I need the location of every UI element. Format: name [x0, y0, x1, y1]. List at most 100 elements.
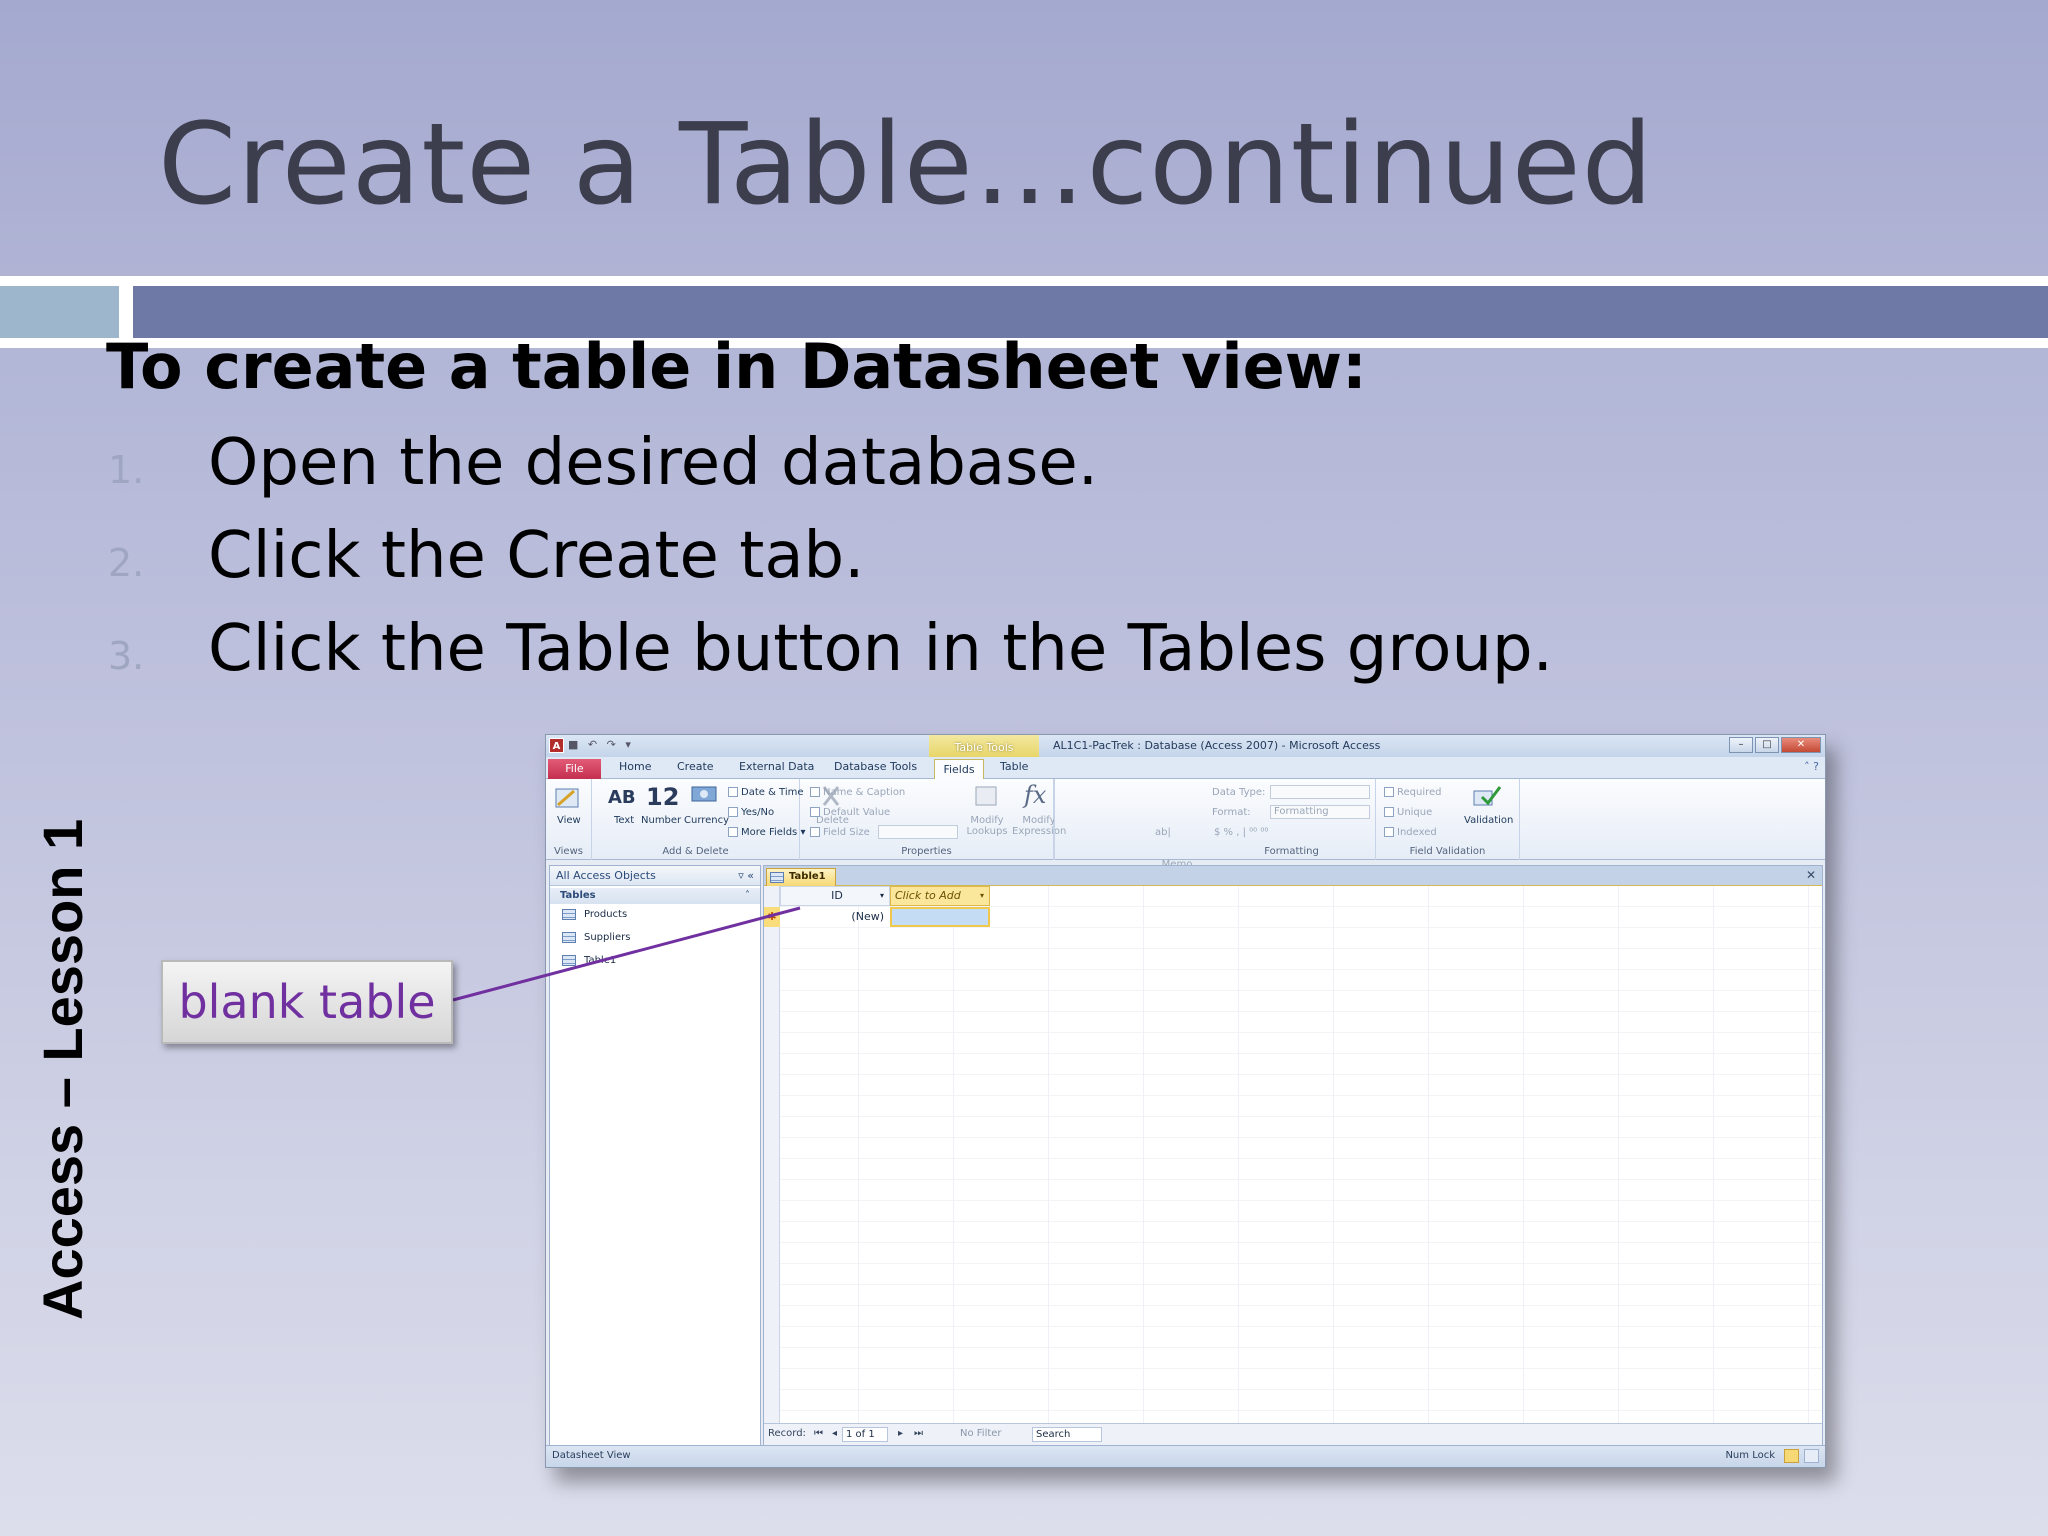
access-app-icon[interactable]: A — [549, 738, 564, 753]
yes-no-label: Yes/No — [741, 807, 775, 818]
access-window: A ■ ↶ ↷ ▾ Table Tools AL1C1-PacTrek : Da… — [545, 734, 1826, 1468]
table-tools-context-label: Table Tools — [929, 735, 1039, 757]
field-size-icon — [810, 827, 820, 837]
view-icon[interactable] — [554, 785, 584, 811]
ribbon: View Views AB Text 12 Number Currency Da… — [546, 779, 1825, 881]
column-header-click-to-add[interactable]: Click to Add ▾ — [890, 886, 990, 906]
group-formatting: Data Type: Format: Formatting $ % , | ⁰⁰… — [1208, 779, 1376, 860]
modify-expression-button[interactable]: Modify Expression — [1012, 815, 1066, 837]
nav-item-label: Products — [584, 909, 628, 920]
name-caption-label: Name & Caption — [823, 787, 906, 798]
more-fields-icon — [728, 827, 738, 837]
tab-create[interactable]: Create — [677, 760, 714, 773]
no-filter-button[interactable]: No Filter — [960, 1428, 1002, 1439]
nav-collapse-icon[interactable]: ▿ « — [738, 866, 754, 886]
click-to-add-cell[interactable] — [890, 907, 990, 927]
nav-item-products[interactable]: Products — [562, 906, 627, 924]
group-add-delete: AB Text 12 Number Currency Date & Time Y… — [592, 779, 849, 860]
yes-no-button[interactable]: Yes/No — [728, 807, 774, 818]
search-input[interactable]: Search — [1032, 1427, 1102, 1442]
format-select[interactable]: Formatting — [1270, 805, 1370, 819]
text-field-button[interactable]: Text — [614, 815, 634, 826]
number-field-button[interactable]: Number — [641, 815, 681, 826]
name-caption-icon — [810, 787, 820, 797]
currency-button[interactable]: Currency — [684, 815, 729, 826]
currency-icon[interactable] — [690, 783, 720, 809]
checkbox-icon — [1384, 787, 1394, 797]
modify-lookups-icon[interactable] — [972, 783, 1002, 809]
view-button[interactable]: View — [557, 815, 581, 826]
tab-file[interactable]: File — [548, 759, 601, 779]
tab-database-tools[interactable]: Database Tools — [834, 760, 917, 773]
required-checkbox[interactable]: Required — [1384, 787, 1442, 798]
text-field-icon[interactable]: AB — [608, 787, 636, 808]
nav-item-suppliers[interactable]: Suppliers — [562, 929, 630, 947]
checkbox-icon — [1384, 807, 1394, 817]
unique-label: Unique — [1397, 807, 1433, 818]
tab-table[interactable]: Table — [1000, 760, 1028, 773]
next-record-icon[interactable]: ▸ — [898, 1428, 903, 1439]
validation-icon[interactable] — [1472, 783, 1502, 809]
document-tab-table1[interactable]: Table1 — [766, 868, 836, 886]
date-time-button[interactable]: Date & Time — [728, 787, 804, 798]
field-size-label: Field Size — [810, 827, 870, 838]
close-button[interactable]: ✕ — [1781, 737, 1821, 753]
close-icon[interactable]: ✕ — [1806, 868, 1816, 882]
data-type-select[interactable] — [1270, 785, 1370, 799]
tab-home[interactable]: Home — [619, 760, 651, 773]
column-header-label: Click to Add — [895, 889, 961, 902]
nav-item-label: Suppliers — [584, 932, 631, 943]
chevron-down-icon[interactable]: ▾ — [980, 887, 984, 905]
group-label: Field Validation — [1409, 846, 1486, 857]
modify-lookups-button[interactable]: Modify Lookups — [964, 815, 1010, 837]
column-header-label: ID — [831, 889, 843, 902]
column-header-id[interactable]: ID ▾ — [780, 886, 890, 906]
step-number: 3. — [108, 634, 145, 678]
chevron-up-icon[interactable]: ˄ — [745, 888, 750, 904]
number-format-buttons[interactable]: $ % , | ⁰⁰ ⁰⁰ — [1214, 827, 1268, 838]
default-value-icon — [810, 807, 820, 817]
field-size-input[interactable] — [878, 825, 958, 839]
default-value-label: Default Value — [823, 807, 891, 818]
restore-button[interactable]: □ — [1755, 737, 1779, 753]
previous-record-icon[interactable]: ◂ — [832, 1428, 837, 1439]
slide-heading: To create a table in Datasheet view: — [106, 330, 1367, 403]
nav-item-table1[interactable]: Table1 — [562, 952, 616, 970]
unique-checkbox[interactable]: Unique — [1384, 807, 1432, 818]
more-fields-button[interactable]: More Fields ▾ — [728, 827, 805, 838]
group-label: Formatting — [1264, 846, 1319, 857]
quick-access-toolbar[interactable]: ■ ↶ ↷ ▾ — [568, 738, 634, 751]
record-position-input[interactable]: 1 of 1 — [842, 1427, 888, 1442]
help-icon[interactable]: ˄ ? — [1804, 760, 1819, 773]
id-cell-new[interactable]: (New) — [780, 907, 890, 927]
nav-header[interactable]: All Access Objects ▿ « — [550, 866, 760, 886]
fx-icon[interactable]: fx — [1024, 781, 1046, 809]
record-navigation-bar: Record: ⏮ ◂ 1 of 1 ▸ ⏭ No Filter Search — [764, 1423, 1822, 1445]
datasheet-view-icon[interactable] — [1784, 1449, 1799, 1463]
number-field-icon[interactable]: 12 — [646, 783, 679, 811]
indexed-checkbox[interactable]: Indexed — [1384, 827, 1437, 838]
table-icon — [562, 931, 576, 943]
new-record-icon[interactable]: ✱ — [764, 907, 780, 927]
data-type-label: Data Type: — [1212, 787, 1266, 798]
step-text: Click the Table button in the Tables gro… — [208, 612, 1553, 686]
datasheet-grid[interactable]: ID ▾ Click to Add ▾ ✱ (New) — [764, 886, 1822, 1423]
chevron-down-icon[interactable]: ▾ — [880, 887, 884, 905]
validation-button[interactable]: Validation — [1464, 815, 1513, 826]
step-number: 2. — [108, 541, 145, 585]
tab-fields[interactable]: Fields — [934, 759, 984, 780]
calendar-icon — [728, 787, 738, 797]
minimize-button[interactable]: – — [1729, 737, 1753, 753]
record-selector-column[interactable] — [764, 886, 780, 1423]
name-caption-button[interactable]: Name & Caption — [810, 787, 905, 798]
required-label: Required — [1397, 787, 1442, 798]
nav-group-tables[interactable]: Tables ˄ — [550, 888, 760, 904]
last-record-icon[interactable]: ⏭ — [914, 1428, 923, 1439]
step-text: Click the Create tab. — [208, 519, 865, 593]
design-view-icon[interactable] — [1804, 1449, 1819, 1463]
slide-title: Create a Table…continued — [158, 100, 1654, 230]
tab-external-data[interactable]: External Data — [739, 760, 814, 773]
checkbox-icon — [728, 807, 738, 817]
first-record-icon[interactable]: ⏮ — [814, 1428, 823, 1439]
default-value-button[interactable]: Default Value — [810, 807, 890, 818]
